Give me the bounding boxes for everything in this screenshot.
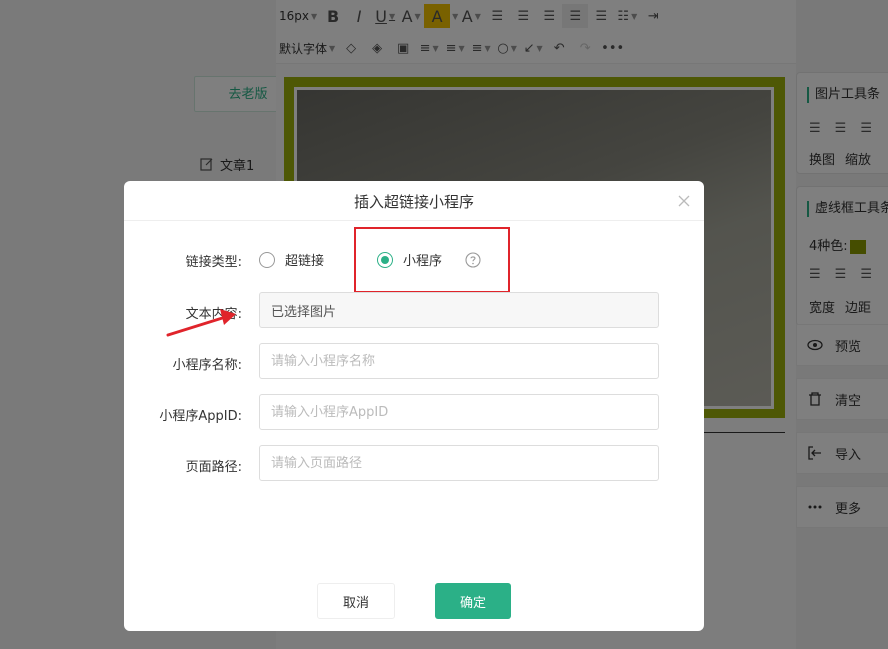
- confirm-button[interactable]: 确定: [435, 583, 511, 619]
- cancel-button[interactable]: 取消: [317, 583, 395, 619]
- miniprogram-name-label: 小程序名称:: [172, 358, 242, 373]
- appid-input[interactable]: [259, 394, 659, 430]
- dialog-header: 插入超链接小程序: [124, 181, 704, 221]
- radio-miniprogram-label: 小程序: [403, 254, 443, 269]
- radio-miniprogram[interactable]: 小程序: [377, 250, 442, 269]
- link-type-label: 链接类型:: [185, 255, 242, 270]
- red-arrow-annotation: [166, 309, 236, 337]
- radio-hyperlink[interactable]: 超链接: [259, 250, 324, 269]
- page-path-label: 页面路径:: [185, 460, 242, 475]
- appid-label: 小程序AppID:: [159, 409, 242, 424]
- radio-hyperlink-circle[interactable]: [259, 251, 275, 268]
- radio-miniprogram-circle[interactable]: [377, 251, 393, 268]
- page-path-input[interactable]: [259, 445, 659, 481]
- dialog-title: 插入超链接小程序: [353, 193, 474, 211]
- radio-hyperlink-label: 超链接: [285, 254, 325, 269]
- close-icon[interactable]: [676, 193, 692, 209]
- insert-link-dialog: 插入超链接小程序 链接类型: 超链接 小程序 文本内容: 小程序名称: 小程序A…: [124, 181, 704, 631]
- help-icon[interactable]: [465, 252, 481, 268]
- miniprogram-name-input[interactable]: [259, 343, 659, 379]
- text-content-field[interactable]: [259, 292, 659, 328]
